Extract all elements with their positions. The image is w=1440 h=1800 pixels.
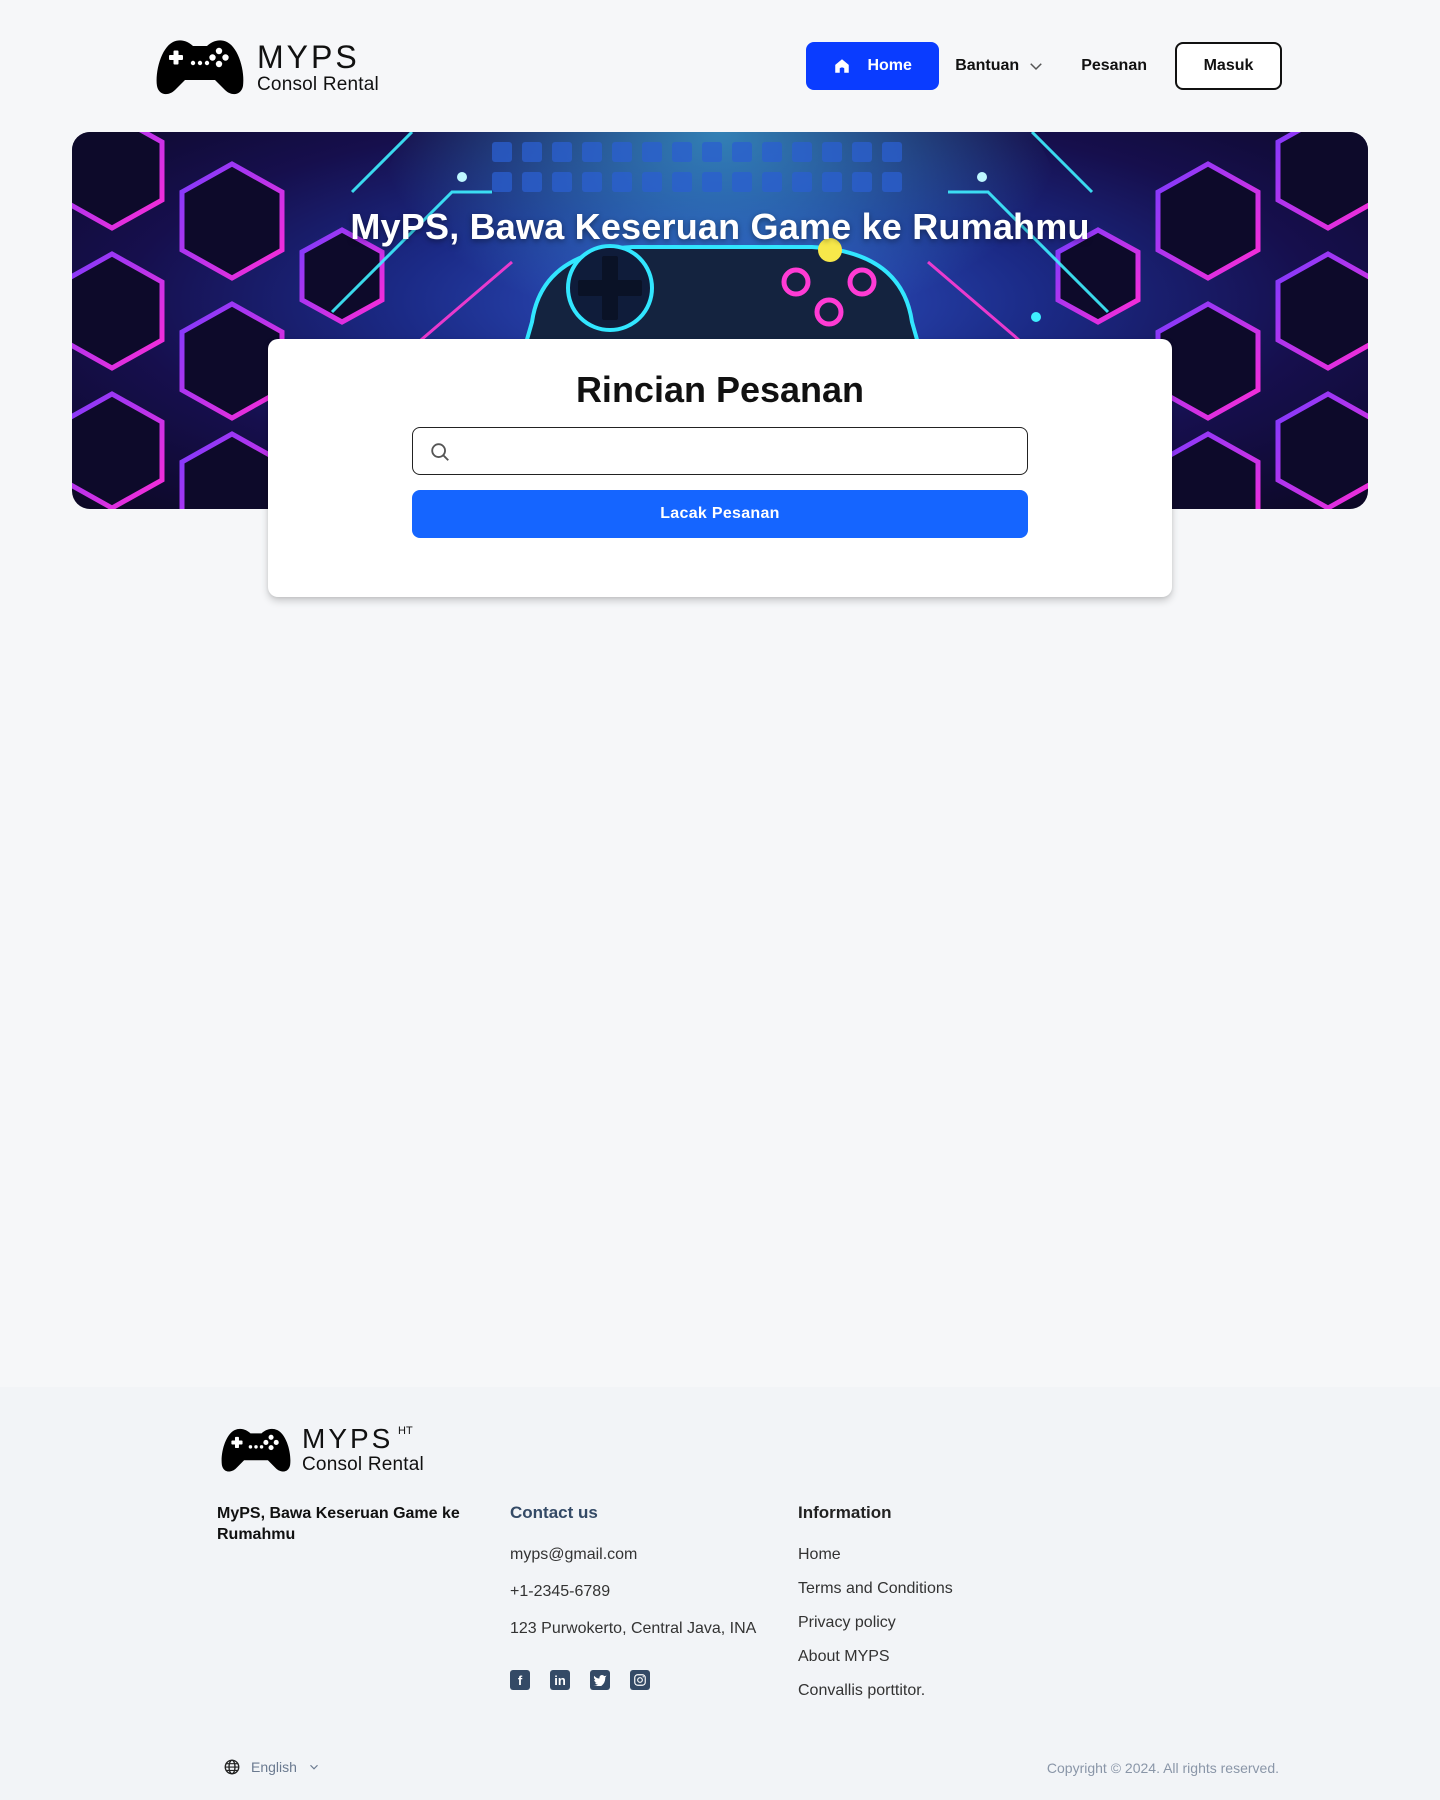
order-search-input[interactable] bbox=[463, 436, 1013, 466]
copyright-text: Copyright © 2024. All rights reserved. bbox=[1046, 1760, 1279, 1776]
track-order-button[interactable]: Lacak Pesanan bbox=[412, 490, 1028, 538]
facebook-icon[interactable]: f bbox=[510, 1670, 530, 1690]
footer-link-privacy[interactable]: Privacy policy bbox=[798, 1612, 953, 1646]
nav-bantuan-dropdown[interactable]: Bantuan bbox=[955, 57, 1045, 75]
nav-home-button[interactable]: Home bbox=[806, 42, 940, 90]
footer-link-about[interactable]: About MYPS bbox=[798, 1646, 953, 1680]
site-header: MYPS Consol Rental Home Bantuan Pesanan … bbox=[0, 0, 1440, 132]
order-tracking-card: Rincian Pesanan Lacak Pesanan bbox=[268, 339, 1172, 597]
home-icon bbox=[835, 59, 850, 73]
instagram-icon[interactable] bbox=[630, 1670, 650, 1690]
footer-link-home[interactable]: Home bbox=[798, 1544, 953, 1578]
contact-list: myps@gmail.com +1-2345-6789 123 Purwoker… bbox=[510, 1544, 756, 1655]
login-button[interactable]: Masuk bbox=[1175, 42, 1282, 90]
logo-subtitle: Consol Rental bbox=[257, 73, 379, 95]
nav-home-label: Home bbox=[867, 57, 912, 74]
gamepad-logo-icon bbox=[156, 40, 244, 95]
logo-brand-text: MYPS bbox=[257, 38, 360, 75]
site-footer: MYPS Consol Rental HT MyPS, Bawa Keserua… bbox=[0, 1387, 1440, 1800]
main-nav: Home Bantuan Pesanan Masuk bbox=[806, 42, 1282, 90]
gamepad-logo-icon bbox=[221, 1428, 291, 1471]
nav-bantuan-label: Bantuan bbox=[955, 57, 1020, 74]
login-label: Masuk bbox=[1203, 57, 1254, 74]
brand-logo[interactable]: MYPS Consol Rental bbox=[155, 38, 379, 96]
social-links: f in bbox=[510, 1670, 650, 1690]
order-search-box[interactable] bbox=[412, 427, 1028, 475]
footer-tagline: MyPS, Bawa Keseruan Game ke Rumahmu bbox=[217, 1505, 460, 1543]
language-selector[interactable]: English bbox=[223, 1758, 321, 1776]
contact-phone[interactable]: +1-2345-6789 bbox=[510, 1581, 756, 1618]
twitter-icon[interactable] bbox=[590, 1670, 610, 1690]
contact-email[interactable]: myps@gmail.com bbox=[510, 1544, 756, 1581]
chevron-down-icon bbox=[310, 1764, 318, 1770]
information-heading: Information bbox=[798, 1503, 892, 1522]
hero-title: MyPS, Bawa Keseruan Game ke Rumahmu bbox=[350, 206, 1090, 247]
linkedin-icon[interactable]: in bbox=[550, 1670, 570, 1690]
contact-heading: Contact us bbox=[510, 1503, 598, 1522]
globe-icon bbox=[224, 1759, 240, 1775]
footer-logo[interactable]: MYPS Consol Rental HT bbox=[220, 1425, 424, 1474]
nav-pesanan-link[interactable]: Pesanan bbox=[1081, 57, 1147, 75]
footer-link-convallis[interactable]: Convallis porttitor. bbox=[798, 1680, 953, 1714]
search-icon bbox=[431, 443, 449, 461]
order-card-title: Rincian Pesanan bbox=[575, 369, 865, 410]
footer-link-terms[interactable]: Terms and Conditions bbox=[798, 1578, 953, 1612]
language-label: English bbox=[251, 1759, 297, 1775]
footer-logo-subtitle: Consol Rental bbox=[302, 1454, 424, 1475]
nav-pesanan-label: Pesanan bbox=[1081, 57, 1147, 74]
chevron-down-icon bbox=[1030, 63, 1042, 71]
information-links: Home Terms and Conditions Privacy policy… bbox=[798, 1544, 953, 1714]
footer-logo-mark: HT bbox=[398, 1425, 413, 1437]
contact-address: 123 Purwokerto, Central Java, INA bbox=[510, 1620, 757, 1637]
